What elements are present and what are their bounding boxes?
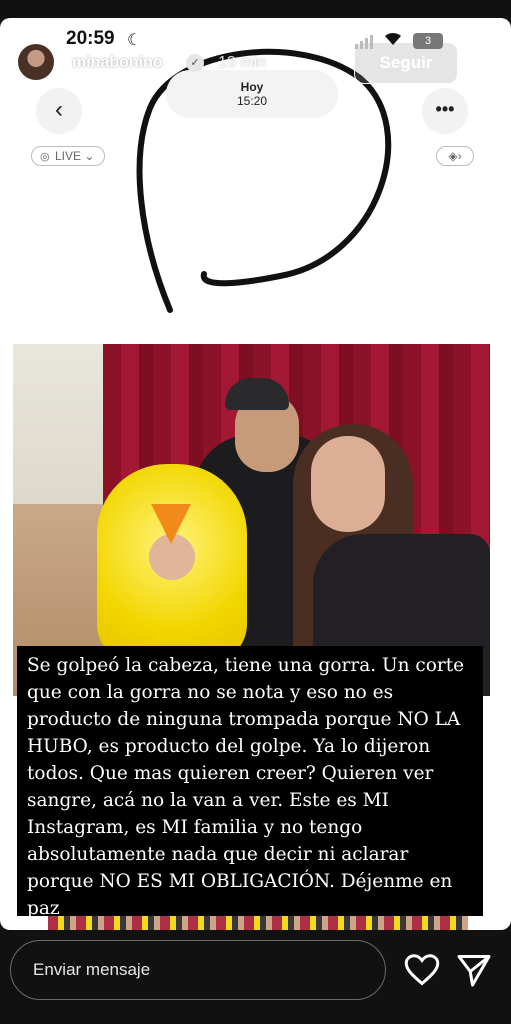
username[interactable]: minabonino — [72, 54, 163, 72]
timestamp-time: 15:20 — [236, 94, 268, 108]
more-vertical-icon[interactable]: · · · — [470, 42, 488, 84]
more-horizontal-icon: ••• — [422, 88, 468, 134]
status-bar: 20:59 ☾ 3 — [0, 28, 511, 52]
photo-woman-face — [311, 436, 385, 532]
status-time: 20:59 — [66, 28, 115, 49]
photo-strip — [48, 916, 468, 930]
story-frame[interactable]: ‹ Hoy 15:20 ••• ◎ LIVE ⌄ ◈› Se golpeó la… — [0, 18, 511, 930]
live-pill: ◎ LIVE ⌄ — [31, 146, 105, 166]
story-photo — [13, 344, 490, 696]
signal-icon — [355, 33, 373, 49]
send-icon[interactable] — [456, 952, 492, 988]
sticker-pill: ◈› — [436, 146, 474, 166]
battery-icon: 3 — [413, 32, 443, 49]
wifi-icon — [383, 30, 403, 51]
elapsed-time: 13 min — [218, 54, 267, 71]
back-icon: ‹ — [36, 88, 82, 134]
sticker-icon: ◈ — [448, 149, 458, 163]
photo-chick-beak — [151, 504, 191, 544]
live-icon: ◎ — [40, 151, 50, 163]
chevron-down-icon: ⌄ — [84, 149, 95, 163]
message-input[interactable]: Enviar mensaje — [10, 940, 386, 1000]
heart-icon[interactable] — [404, 952, 440, 988]
story-caption: Se golpeó la cabeza, tiene una gorra. Un… — [17, 646, 483, 919]
moon-icon: ☾ — [127, 32, 142, 49]
verified-badge-icon: ✓ — [186, 54, 204, 72]
chevron-right-icon: › — [457, 149, 462, 163]
live-label: LIVE — [54, 149, 81, 163]
